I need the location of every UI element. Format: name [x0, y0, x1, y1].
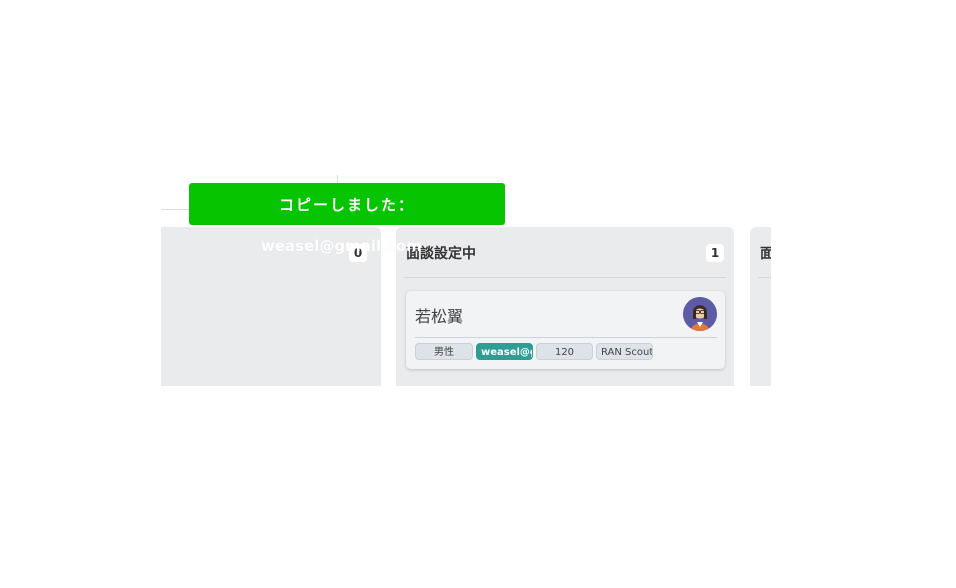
toast-message: コピーしました：	[278, 196, 415, 214]
kanban-column: 面	[750, 227, 771, 386]
candidate-tags: 男性 weasel@gmail.com 120 RAN Scout	[415, 343, 653, 360]
email-copy-tag[interactable]: weasel@gmail.com	[476, 343, 533, 360]
person-avatar-icon	[683, 297, 717, 331]
copy-toast: コピーしました：	[189, 183, 505, 225]
source-tag: RAN Scout	[596, 343, 653, 360]
candidate-card[interactable]: 若松翼 男性 weasel@gmail.com 120 RAN Scout	[406, 291, 725, 369]
kanban-board: 0 面談設定中 1 若松翼 男性 weasel@g 120 RAN Scout …	[161, 227, 771, 386]
column-header: 面	[760, 241, 771, 265]
kanban-column-interview-scheduling: 面談設定中 1 若松翼 男性 weasel@gmail.com	[396, 227, 734, 386]
gender-tag: 男性	[415, 343, 473, 360]
toast-copied-value: weasel@gmail.com	[261, 237, 422, 255]
column-header: 面談設定中 1	[406, 241, 724, 265]
guide-line	[161, 209, 189, 210]
column-count-badge: 1	[706, 244, 724, 262]
column-title: 面	[760, 246, 771, 262]
column-divider	[404, 277, 726, 278]
candidate-name: 若松翼	[415, 307, 464, 326]
column-divider	[758, 277, 771, 278]
number-tag: 120	[536, 343, 593, 360]
card-divider	[415, 337, 717, 338]
